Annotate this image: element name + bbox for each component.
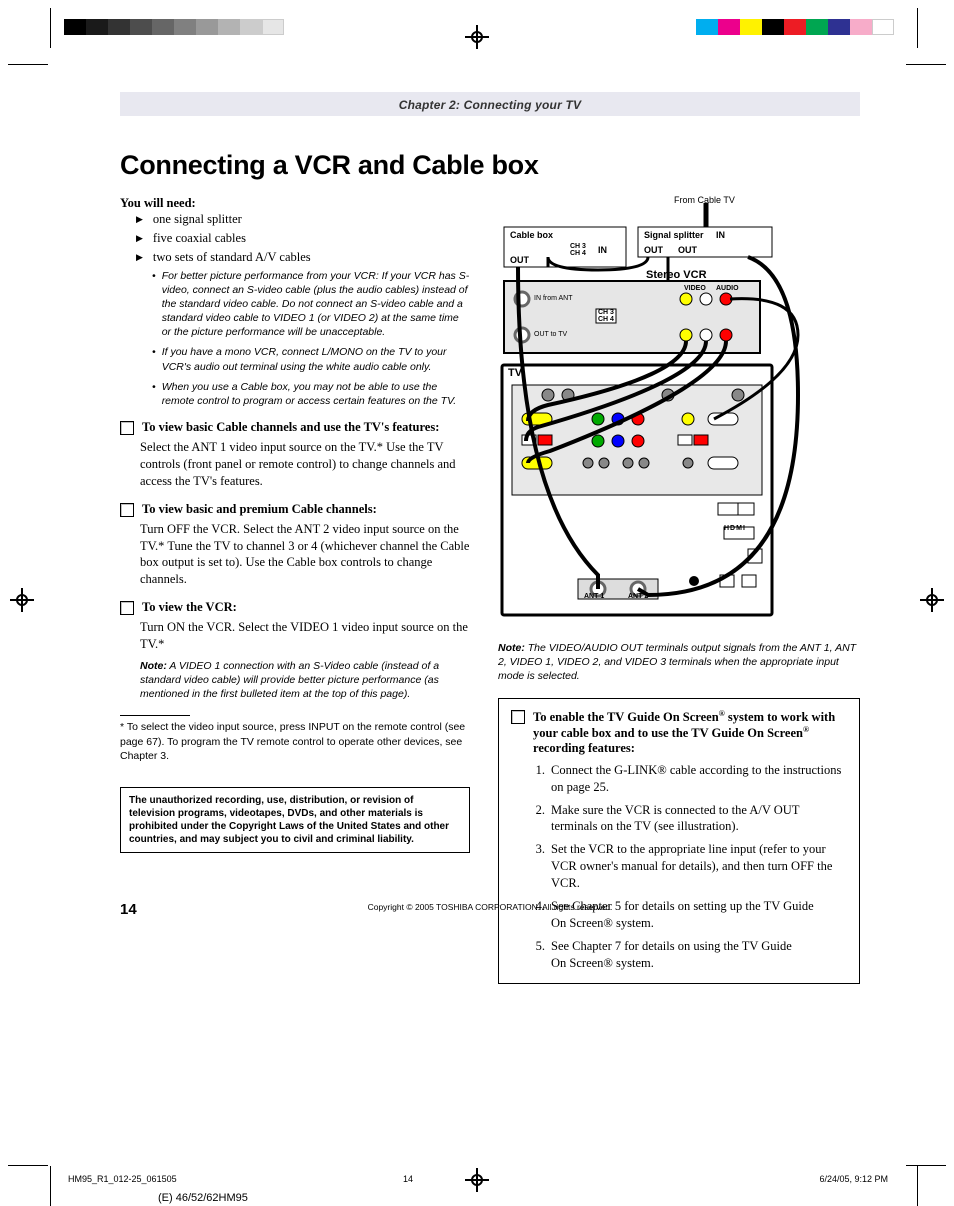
- section-body: Turn ON the VCR. Select the VIDEO 1 vide…: [140, 619, 470, 653]
- stereo-vcr-label: Stereo VCR: [646, 269, 707, 281]
- footer-date: 6/24/05, 9:12 PM: [819, 1174, 888, 1184]
- tip-item: If you have a mono VCR, connect L/MONO o…: [152, 345, 470, 373]
- from-cable-label: From Cable TV: [674, 195, 735, 205]
- ch4-label: CH 4: [570, 250, 586, 257]
- tv-guide-box: To enable the TV Guide On Screen® system…: [498, 698, 860, 985]
- checkbox-icon: [120, 503, 134, 517]
- ch3-label: CH 3: [598, 309, 614, 316]
- ant1-label: ANT 1: [584, 593, 604, 600]
- connection-diagram: From Cable TV Cable box Signal splitter …: [498, 195, 860, 625]
- out-label: OUT: [644, 245, 663, 255]
- registration-mark-icon: [920, 588, 944, 612]
- copyright: Copyright © 2005 TOSHIBA CORPORATION. Al…: [120, 902, 860, 912]
- you-will-need-heading: You will need:: [120, 195, 470, 212]
- section-view-vcr: To view the VCR:: [120, 600, 470, 615]
- vcr-note: Note: A VIDEO 1 connection with an S-Vid…: [140, 659, 470, 702]
- checkbox-icon: [120, 421, 134, 435]
- section-premium-cable: To view basic and premium Cable channels…: [120, 502, 470, 517]
- triangle-bullet-icon: [136, 212, 143, 227]
- step-item: 5.See Chapter 7 for details on using the…: [531, 938, 847, 972]
- footnote: * To select the video input source, pres…: [120, 720, 470, 763]
- need-item: five coaxial cables: [136, 231, 470, 246]
- page-title: Connecting a VCR and Cable box: [120, 150, 860, 181]
- color-bar-cmyk: [696, 19, 894, 35]
- footnote-rule: [120, 715, 190, 716]
- audio-label: AUDIO: [716, 285, 739, 292]
- dot-bullet-icon: [152, 345, 156, 373]
- section-body: Select the ANT 1 video input source on t…: [140, 439, 470, 490]
- in-label: IN: [598, 245, 607, 255]
- section-body: Turn OFF the VCR. Select the ANT 2 video…: [140, 521, 470, 589]
- model-number: (E) 46/52/62HM95: [158, 1192, 248, 1204]
- diagram-note: Note: The VIDEO/AUDIO OUT terminals outp…: [498, 641, 860, 684]
- checkbox-icon: [511, 710, 525, 724]
- out-to-tv-label: OUT to TV: [534, 331, 567, 338]
- cable-box-label: Cable box: [510, 230, 553, 240]
- ch3-label: CH 3: [570, 243, 586, 250]
- tv-guide-heading: To enable the TV Guide On Screen® system…: [511, 709, 847, 756]
- tip-item: When you use a Cable box, you may not be…: [152, 380, 470, 408]
- left-column: You will need: one signal splitter five …: [120, 195, 470, 984]
- step-item: 1.Connect the G-LINK® cable according to…: [531, 762, 847, 796]
- tip-item: For better picture performance from your…: [152, 269, 470, 340]
- step-item: 2.Make sure the VCR is connected to the …: [531, 802, 847, 836]
- signal-splitter-label: Signal splitter: [644, 230, 704, 240]
- registration-mark-icon: [465, 25, 489, 49]
- triangle-bullet-icon: [136, 250, 143, 265]
- in-label: IN: [716, 230, 725, 240]
- page-number: 14: [120, 901, 137, 918]
- footer-page: 14: [403, 1174, 413, 1184]
- registration-mark-icon: [10, 588, 34, 612]
- ant2-label: ANT 2: [628, 593, 648, 600]
- chapter-header: Chapter 2: Connecting your TV: [120, 92, 860, 116]
- need-item: two sets of standard A/V cables: [136, 250, 470, 265]
- footer-meta: HM95_R1_012-25_061505 14 6/24/05, 9:12 P…: [68, 1174, 888, 1184]
- in-from-ant-label: IN from ANT: [534, 295, 573, 302]
- content-area: Chapter 2: Connecting your TV Connecting…: [120, 92, 860, 984]
- out-label: OUT: [678, 245, 697, 255]
- color-bar-grayscale: [64, 19, 284, 35]
- right-column: From Cable TV Cable box Signal splitter …: [498, 195, 860, 984]
- page: Chapter 2: Connecting your TV Connecting…: [0, 0, 954, 1206]
- video-label: VIDEO: [684, 285, 706, 292]
- hdmi-label: HDMI: [724, 525, 746, 532]
- diagram-svg: [498, 195, 860, 625]
- ch4-label: CH 4: [598, 316, 614, 323]
- tv-guide-title: To enable the TV Guide On Screen® system…: [533, 709, 847, 756]
- step-item: 3.Set the VCR to the appropriate line in…: [531, 841, 847, 892]
- checkbox-icon: [120, 601, 134, 615]
- section-basic-cable: To view basic Cable channels and use the…: [120, 420, 470, 435]
- triangle-bullet-icon: [136, 231, 143, 246]
- two-column-layout: You will need: one signal splitter five …: [120, 195, 860, 984]
- footer-filename: HM95_R1_012-25_061505: [68, 1174, 177, 1184]
- dot-bullet-icon: [152, 269, 156, 340]
- legal-warning-box: The unauthorized recording, use, distrib…: [120, 787, 470, 853]
- dot-bullet-icon: [152, 380, 156, 408]
- tv-label: TV: [508, 367, 522, 379]
- out-label: OUT: [510, 255, 529, 265]
- need-item: one signal splitter: [136, 212, 470, 227]
